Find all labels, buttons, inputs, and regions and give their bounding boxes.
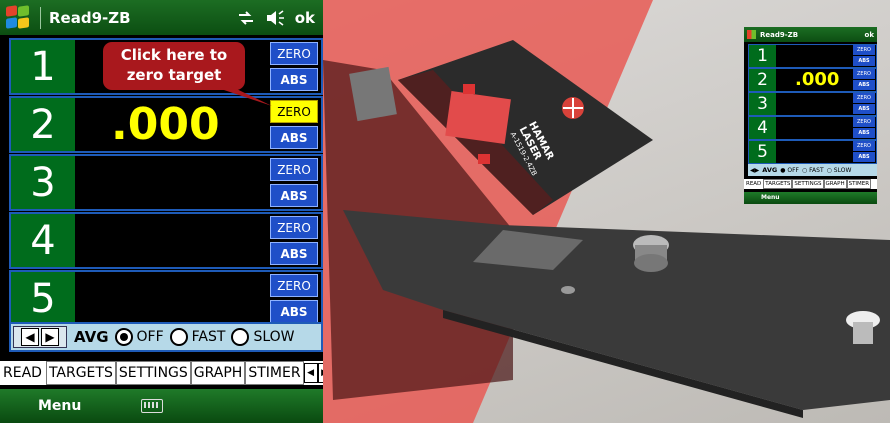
mini-tab-read: READ [746, 181, 762, 187]
mini-tab-graph: GRAPH [823, 179, 847, 189]
mini-abs-button: ABS [853, 56, 875, 66]
windows-start-icon[interactable] [6, 4, 32, 30]
tab-graph[interactable]: GRAPH [190, 361, 246, 385]
mini-phone-screen: Read9-ZB ok 1 ZERO ABS 2 .000 ZERO ABS 3… [744, 27, 877, 204]
title-bar: Read9-ZB ok [0, 0, 323, 35]
row-number: 4 [11, 214, 75, 267]
keyboard-icon[interactable] [141, 399, 164, 413]
mini-abs-button: ABS [853, 104, 875, 114]
radio-selected-icon [114, 328, 133, 346]
mini-row-number: 2 [749, 69, 776, 91]
mini-row-5: 5 ZERO ABS [748, 140, 877, 164]
mini-scroll-icon: ◀▶ [750, 166, 760, 174]
connectivity-icon[interactable] [237, 10, 255, 25]
radio-unselected-icon [169, 328, 188, 346]
abs-button-3[interactable]: ABS [270, 184, 318, 207]
ok-button[interactable]: ok [295, 9, 315, 27]
mini-tab-targets: TARGETS [763, 179, 793, 189]
avg-fast-radio[interactable]: FAST [169, 328, 226, 346]
avg-off-radio[interactable]: OFF [114, 328, 164, 346]
average-bar: ◀ ▶ AVG OFF FAST SLOW [9, 322, 323, 352]
radio-label: SLOW [253, 329, 295, 345]
mini-row-3: 3 ZERO ABS [748, 92, 877, 116]
target-row-4: 4 ZERO ABS [9, 212, 323, 269]
mini-row-number: 3 [749, 93, 776, 115]
zero-button-5[interactable]: ZERO [270, 274, 318, 297]
mini-abs-button: ABS [853, 80, 875, 90]
callout-line-1: Click here to [120, 46, 228, 64]
mini-zero-button: ZERO [853, 45, 875, 55]
mini-windows-icon [747, 30, 756, 39]
menu-button[interactable]: Menu [38, 398, 81, 414]
mini-zero-button: ZERO [853, 93, 875, 103]
radio-label: OFF [136, 329, 164, 345]
mini-zero-button: ZERO [853, 141, 875, 151]
tab-bar: READ TARGETS SETTINGS GRAPH STIMER ◀▶ [0, 361, 323, 385]
zero-button-4[interactable]: ZERO [270, 216, 318, 239]
row-number: 2 [11, 98, 75, 151]
scroll-right-icon[interactable]: ▶ [41, 328, 59, 346]
mini-tab-settings: SETTINGS [792, 179, 824, 189]
radio-unselected-icon [231, 328, 250, 346]
mini-avg-fast: ○ FAST [801, 166, 824, 174]
row-number: 3 [11, 156, 75, 209]
mini-avg-off-label: OFF [787, 166, 799, 174]
mini-average-bar: ◀▶ AVG ● OFF ○ FAST ○ SLOW [748, 164, 877, 176]
row-number: 1 [11, 40, 75, 93]
mini-abs-button: ABS [853, 152, 875, 162]
menu-bar: Menu [0, 389, 323, 423]
mini-row-number: 5 [749, 141, 776, 163]
mini-row-2: 2 .000 ZERO ABS [748, 68, 877, 92]
mini-avg-label: AVG [762, 166, 778, 174]
volume-icon[interactable] [265, 9, 285, 26]
mini-app-title: Read9-ZB [760, 30, 799, 39]
callout-pointer [200, 82, 272, 106]
zero-button-1[interactable]: ZERO [270, 42, 318, 65]
mini-menu-bar: Menu [744, 192, 877, 204]
row-number: 5 [11, 272, 75, 325]
abs-button-4[interactable]: ABS [270, 242, 318, 265]
tab-scroll-control[interactable]: ◀▶ [303, 361, 323, 385]
abs-button-2[interactable]: ABS [270, 126, 318, 149]
radio-label: FAST [191, 329, 226, 345]
mini-avg-off: ● OFF [780, 166, 799, 174]
avg-label: AVG [74, 328, 109, 346]
mini-tab-bar: READ TARGETS SETTINGS GRAPH STIMER [744, 179, 877, 189]
mini-avg-slow: ○ SLOW [826, 166, 852, 174]
mini-row-4: 4 ZERO ABS [748, 116, 877, 140]
row-scroll-control[interactable]: ◀ ▶ [13, 326, 67, 348]
mini-row-1: 1 ZERO ABS [748, 44, 877, 68]
mini-row-readout: .000 [795, 69, 840, 90]
title-separator [40, 6, 41, 29]
target-row-3: 3 ZERO ABS [9, 154, 323, 211]
mini-tab-stimer: STIMER [846, 179, 872, 189]
scroll-left-icon[interactable]: ◀ [21, 328, 39, 346]
status-area: ok [237, 9, 315, 27]
tab-read[interactable]: READ [0, 361, 46, 385]
tab-stimer[interactable]: STIMER [245, 361, 304, 385]
tab-left-icon[interactable]: ◀ [303, 363, 318, 383]
app-title: Read9-ZB [49, 8, 131, 27]
mini-avg-slow-label: SLOW [833, 166, 852, 174]
target-row-5: 5 ZERO ABS [9, 270, 323, 327]
zero-button-3[interactable]: ZERO [270, 158, 318, 181]
tab-targets[interactable]: TARGETS [45, 361, 116, 385]
mini-zero-button: ZERO [853, 69, 875, 79]
mini-zero-button: ZERO [853, 117, 875, 127]
mini-row-number: 4 [749, 117, 776, 139]
mini-ok-label: ok [864, 30, 874, 39]
tab-settings[interactable]: SETTINGS [115, 361, 191, 385]
mini-abs-button: ABS [853, 128, 875, 138]
abs-button-5[interactable]: ABS [270, 300, 318, 323]
avg-slow-radio[interactable]: SLOW [231, 328, 295, 346]
mini-menu-label: Menu [761, 194, 780, 201]
mini-title-bar: Read9-ZB ok [744, 27, 877, 42]
mini-avg-fast-label: FAST [809, 166, 824, 174]
phone-screen: Read9-ZB ok 1 ZERO ABS 2 .000 ZERO ABS 3 [0, 0, 323, 423]
mini-row-number: 1 [749, 45, 776, 67]
